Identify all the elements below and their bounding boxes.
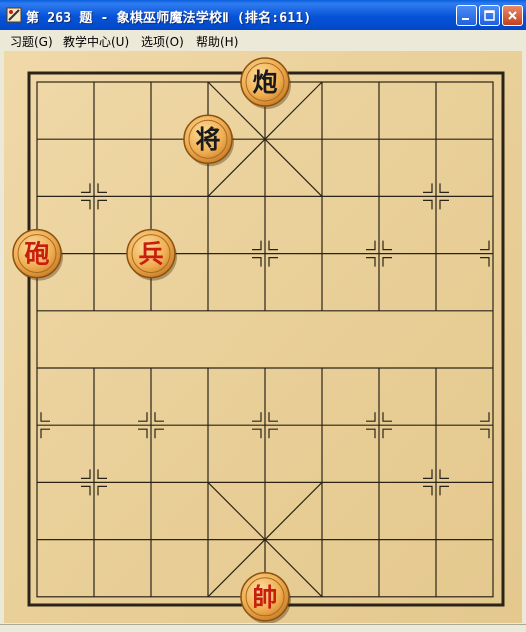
close-button[interactable] (502, 5, 523, 26)
maximize-button[interactable] (479, 5, 500, 26)
menu-item-help[interactable]: 帮助(H) (196, 33, 238, 50)
close-icon (508, 11, 517, 20)
menu-item-exercise[interactable]: 习题(G) (10, 33, 53, 50)
piece-label: 将 (195, 125, 220, 154)
maximize-icon (484, 10, 495, 21)
minimize-button[interactable] (456, 5, 477, 26)
chess-app-icon[interactable] (6, 7, 22, 23)
piece-label: 帥 (252, 583, 277, 612)
menu-item-options[interactable]: 选项(O) (141, 33, 184, 50)
piece-label: 炮 (252, 68, 277, 97)
title-bar: 第 263 题 - 象棋巫师魔法学校Ⅱ (排名:611) (0, 0, 526, 30)
piece-label: 兵 (138, 240, 163, 269)
chess-board[interactable]: 炮将砲 兵帥 (4, 51, 522, 623)
piece-label: 砲 (24, 240, 49, 269)
window-title: 第 263 题 - 象棋巫师魔法学校Ⅱ (排名:611) (26, 11, 312, 26)
menu-bar: 习题(G) 教学中心(U) 选项(O) 帮助(H) (0, 30, 526, 50)
menu-item-teaching-center[interactable]: 教学中心(U) (63, 33, 129, 50)
minimize-icon (462, 18, 469, 20)
